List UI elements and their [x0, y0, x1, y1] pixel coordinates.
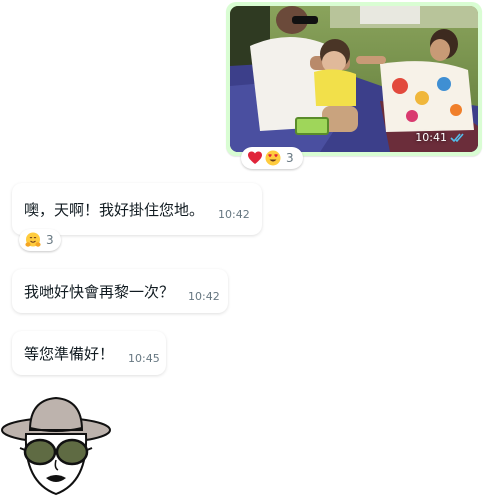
shared-photo[interactable]: 10:41: [230, 6, 478, 152]
message-text: 噢，天啊！我好掛住您地。: [24, 200, 205, 219]
photo-message-meta: 10:41: [415, 131, 466, 144]
photo-reactions[interactable]: 3: [241, 147, 303, 169]
incoming-message[interactable]: 噢，天啊！我好掛住您地。 10:42: [12, 183, 262, 235]
incoming-message[interactable]: 我哋好快會再黎一次？ 10:42: [12, 269, 228, 313]
double-check-icon: [450, 132, 466, 143]
message-time: 10:45: [128, 351, 160, 365]
incoming-message[interactable]: 等您準備好！ 10:45: [12, 331, 166, 375]
reaction-count: 3: [46, 233, 54, 247]
message-text: 我哋好快會再黎一次？: [24, 282, 175, 301]
reaction-count: 3: [286, 151, 294, 165]
message-reactions[interactable]: 3: [19, 229, 61, 251]
outgoing-photo-message[interactable]: 10:41: [226, 2, 482, 156]
sticker-image: [1, 396, 111, 496]
heart-eyes-face-icon: [265, 150, 281, 166]
red-heart-icon: [247, 150, 263, 166]
message-time: 10:42: [188, 289, 220, 303]
message-text: 等您準備好！: [24, 344, 115, 363]
message-time: 10:42: [218, 207, 250, 221]
sunhat-woman-sticker[interactable]: [0, 394, 112, 498]
message-time: 10:41: [415, 131, 447, 144]
hugging-face-icon: [25, 232, 41, 248]
